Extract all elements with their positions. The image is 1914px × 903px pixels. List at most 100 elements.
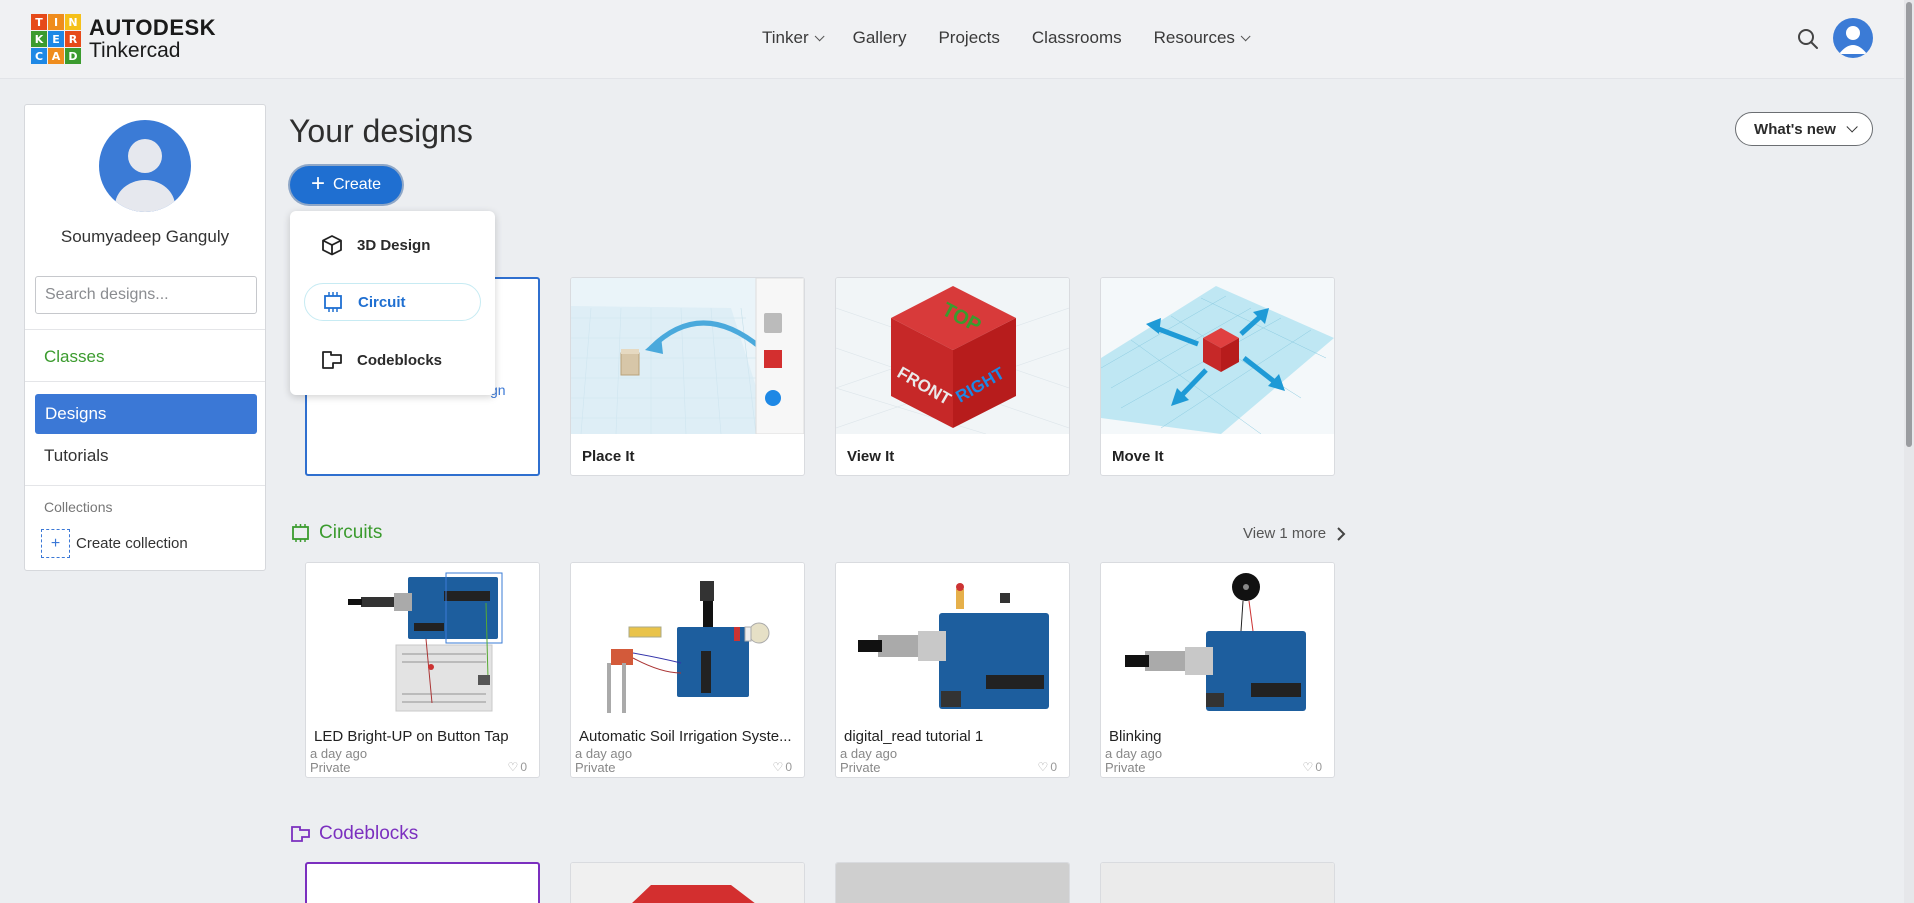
whats-new-button[interactable]: What's new: [1735, 112, 1873, 146]
nav-projects[interactable]: Projects: [938, 28, 999, 48]
plus-icon: +: [41, 529, 70, 558]
menu-item-label: 3D Design: [357, 236, 431, 254]
menu-item-circuit[interactable]: Circuit: [304, 283, 481, 321]
circuit-card[interactable]: Automatic Soil Irrigation Syste... a day…: [570, 562, 805, 778]
design-timestamp: a day ago: [1105, 746, 1163, 761]
codeblock-card[interactable]: [570, 862, 805, 903]
logo-product: Tinkercad: [89, 38, 181, 62]
lesson-card-move-it[interactable]: Move It: [1100, 277, 1335, 476]
create-button-label: Create: [332, 176, 382, 193]
heart-icon: ♡: [1302, 760, 1314, 774]
sidebar-item-tutorials[interactable]: Tutorials: [44, 446, 109, 466]
circuit-chip-icon: [324, 292, 342, 312]
circuits-label: Circuits: [319, 522, 383, 543]
lesson-title: View It: [847, 448, 895, 465]
sidebar-item-classes[interactable]: Classes: [44, 347, 104, 367]
divider: [25, 381, 265, 382]
logo-letter: T: [31, 14, 47, 30]
like-count[interactable]: ♡ 0: [508, 760, 527, 774]
circuit-card[interactable]: LED Bright-UP on Button Tap a day ago Pr…: [305, 562, 540, 778]
like-count-value: 0: [785, 760, 792, 774]
circuits-section-heading[interactable]: Circuits: [290, 522, 382, 544]
sidebar-item-designs[interactable]: Designs: [35, 394, 257, 434]
design-privacy: Private: [840, 760, 881, 775]
nav-projects-label: Projects: [938, 28, 1000, 47]
like-count-value: 0: [1050, 760, 1057, 774]
view-more-circuits-link[interactable]: View 1 more: [1243, 525, 1346, 542]
like-count-value: 0: [1315, 760, 1322, 774]
heart-icon: ♡: [507, 760, 519, 774]
circuit-chip-icon: [292, 524, 309, 542]
chevron-down-icon: [1240, 30, 1251, 41]
circuit-thumbnail: [306, 563, 539, 719]
page-scrollbar[interactable]: [1904, 0, 1914, 903]
logo-letter: D: [65, 48, 81, 64]
lesson-thumbnail: [1101, 278, 1334, 434]
cube-icon: [322, 235, 342, 256]
lesson-title: Move It: [1112, 448, 1164, 465]
codeblock-card[interactable]: [1100, 862, 1335, 903]
nav-resources-label: Resources: [1153, 28, 1235, 47]
like-count[interactable]: ♡ 0: [773, 760, 792, 774]
design-title: Automatic Soil Irrigation Syste...: [579, 728, 792, 745]
plus-icon: +: [310, 170, 325, 197]
top-navigation-bar: TIN KER CAD AUTODESK Tinkercad Tinker Gall…: [0, 0, 1914, 79]
logo-letter: E: [48, 31, 64, 47]
nav-classrooms[interactable]: Classrooms: [1032, 28, 1122, 48]
logo-letter: K: [31, 31, 47, 47]
search-icon[interactable]: [1797, 28, 1819, 50]
design-timestamp: a day ago: [575, 746, 633, 761]
search-designs-input[interactable]: [35, 276, 257, 314]
design-title: Blinking: [1109, 728, 1162, 745]
nav-tinker-label: Tinker: [762, 28, 809, 47]
lesson-card-place-it[interactable]: Place It: [570, 277, 805, 476]
design-title: LED Bright-UP on Button Tap: [314, 728, 509, 745]
logo-letter: N: [65, 14, 81, 30]
collections-heading: Collections: [44, 499, 113, 515]
scrollbar-thumb[interactable]: [1906, 2, 1912, 447]
divider: [25, 329, 265, 330]
user-avatar-icon[interactable]: [1833, 18, 1873, 58]
tinkercad-logo[interactable]: TIN KER CAD AUTODESK Tinkercad: [31, 14, 216, 64]
sidebar: Soumyadeep Ganguly Classes Designs Tutor…: [24, 104, 266, 571]
new-codeblock-card[interactable]: [305, 862, 540, 903]
menu-item-3d-design[interactable]: 3D Design: [304, 226, 481, 264]
like-count[interactable]: ♡ 0: [1303, 760, 1322, 774]
codeblock-thumbnail: [571, 863, 804, 903]
page-title: Your designs: [289, 113, 473, 149]
logo-letter-grid: TIN KER CAD: [31, 14, 81, 64]
create-collection-button[interactable]: + Create collection: [41, 529, 188, 558]
divider: [25, 485, 265, 486]
nav-tinker[interactable]: Tinker: [762, 28, 825, 48]
whats-new-label: What's new: [1754, 120, 1836, 138]
codeblocks-section-heading[interactable]: Codeblocks: [290, 823, 418, 845]
chevron-right-icon: [1337, 526, 1346, 541]
create-button[interactable]: + Create: [290, 166, 402, 204]
logo-letter: I: [48, 14, 64, 30]
codeblocks-icon: [291, 825, 310, 842]
heart-icon: ♡: [1037, 760, 1049, 774]
nav-resources[interactable]: Resources: [1153, 28, 1251, 48]
nav-gallery[interactable]: Gallery: [853, 28, 907, 48]
lesson-title: Place It: [582, 448, 635, 465]
codeblock-card[interactable]: [835, 862, 1070, 903]
circuit-thumbnail: [571, 563, 804, 719]
profile-avatar[interactable]: [99, 120, 191, 212]
design-privacy: Private: [1105, 760, 1146, 775]
lesson-thumbnail: TOP FRONT RIGHT: [836, 278, 1069, 434]
like-count[interactable]: ♡ 0: [1038, 760, 1057, 774]
codeblocks-icon: [322, 351, 342, 369]
circuit-card[interactable]: digital_read tutorial 1 a day ago Privat…: [835, 562, 1070, 778]
circuit-card[interactable]: Blinking a day ago Private ♡ 0: [1100, 562, 1335, 778]
codeblock-thumbnail: [836, 863, 1069, 903]
design-title: digital_read tutorial 1: [844, 728, 984, 745]
nav-classrooms-label: Classrooms: [1031, 28, 1122, 47]
lesson-card-view-it[interactable]: TOP FRONT RIGHT View It: [835, 277, 1070, 476]
logo-letter: A: [48, 48, 64, 64]
logo-letter: C: [31, 48, 47, 64]
chevron-down-icon: [814, 30, 825, 41]
design-timestamp: a day ago: [840, 746, 898, 761]
menu-item-codeblocks[interactable]: Codeblocks: [304, 341, 481, 379]
design-privacy: Private: [310, 760, 351, 775]
logo-company: AUTODESK: [89, 15, 217, 41]
